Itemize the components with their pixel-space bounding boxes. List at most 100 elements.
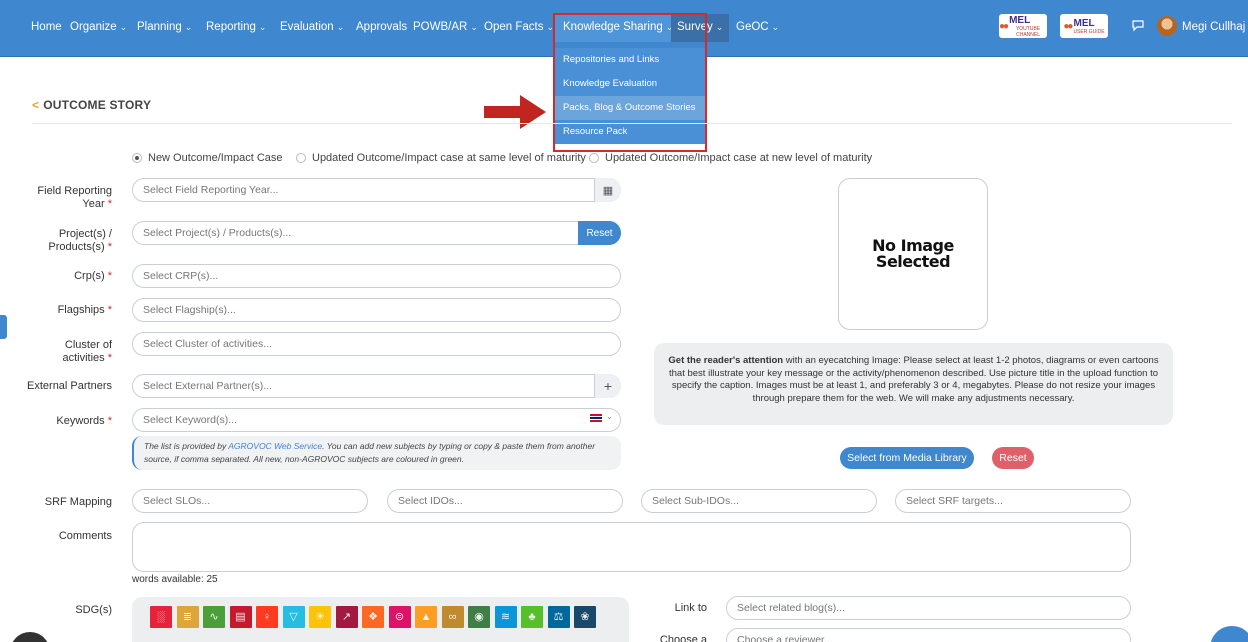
sdg-goal-5-icon[interactable]: ♀: [256, 606, 278, 628]
projects-reset-button[interactable]: Reset: [578, 221, 621, 245]
label-text: Year: [82, 198, 105, 210]
sdg-glyph: ◉: [474, 611, 484, 623]
mel-logo-icon: ●●: [999, 20, 1009, 32]
radio-label: Updated Outcome/Impact case at same leve…: [312, 152, 586, 164]
sidebar-toggle[interactable]: [0, 315, 7, 339]
slo-input[interactable]: Select SLOs...: [132, 489, 368, 513]
flagships-input[interactable]: Select Flagship(s)...: [132, 298, 621, 322]
label-text: SDG(s): [75, 604, 112, 616]
image-reset-button[interactable]: Reset: [992, 447, 1034, 469]
chevron-down-icon: ⌄: [771, 22, 780, 32]
sdg-goal-7-icon[interactable]: ☀: [309, 606, 331, 628]
nav-evaluation-label: Evaluation: [280, 21, 334, 33]
nav-open-facts[interactable]: Open Facts ⌄: [484, 21, 554, 33]
menu-item-repositories[interactable]: Repositories and Links: [555, 48, 705, 72]
sdg-glyph: ☀: [315, 611, 325, 623]
label-text: External Partners: [27, 380, 112, 392]
link-to-label: Link to: [675, 602, 707, 615]
nav-geoc[interactable]: GeOC ⌄: [736, 21, 779, 33]
chat-widget-button[interactable]: [1210, 626, 1248, 642]
crp-input[interactable]: Select CRP(s)...: [132, 264, 621, 288]
link-to-input[interactable]: Select related blog(s)...: [726, 596, 1131, 620]
sdg-glyph: ⚖: [553, 611, 564, 623]
info-text: The list is provided by: [144, 441, 227, 451]
sdg-glyph: ❖: [368, 611, 378, 623]
nav-reporting-label: Reporting: [206, 21, 256, 33]
field-year-label: Field Reporting Year *: [37, 185, 112, 210]
avatar[interactable]: [1157, 16, 1177, 36]
sdg-glyph: ∿: [209, 611, 219, 623]
srf-targets-input[interactable]: Select SRF targets...: [895, 489, 1131, 513]
chevron-down-icon: ⌄: [258, 22, 267, 32]
label-text: Products(s): [48, 241, 105, 253]
nav-powb[interactable]: POWB/AR ⌄: [413, 21, 478, 33]
sdg-goal-14-icon[interactable]: ≋: [494, 606, 517, 628]
sdg-goal-8-icon[interactable]: ↗: [335, 606, 358, 628]
knowledge-sharing-dropdown: Repositories and Links Knowledge Evaluat…: [555, 48, 705, 144]
nav-organize-label: Organize: [70, 21, 117, 33]
sdg-glyph: ≋: [500, 611, 511, 623]
select-media-button[interactable]: Select from Media Library: [840, 447, 974, 469]
sdg-goal-12-icon[interactable]: ∞: [441, 606, 464, 628]
sdg-goal-2-icon[interactable]: ≣: [176, 606, 199, 628]
projects-label: Project(s) / Products(s) *: [48, 228, 112, 253]
keywords-input[interactable]: Select Keyword(s)...: [132, 408, 621, 432]
mel-logo-text: MEL: [1009, 15, 1031, 26]
projects-input[interactable]: Select Project(s) / Products(s)...: [132, 221, 621, 245]
sdg-goal-6-icon[interactable]: ▽: [282, 606, 305, 628]
cluster-input[interactable]: Select Cluster of activities...: [132, 332, 621, 356]
radio-new-case[interactable]: New Outcome/Impact Case: [132, 152, 283, 164]
menu-item-packs-blog-outcome[interactable]: Packs, Blog & Outcome Stories: [555, 96, 705, 120]
nav-reporting[interactable]: Reporting ⌄: [206, 21, 266, 33]
image-instructions: Get the reader's attention with an eyeca…: [654, 343, 1173, 425]
user-menu[interactable]: Megi Cullhaj⌄: [1182, 21, 1248, 33]
ido-input[interactable]: Select IDOs...: [387, 489, 623, 513]
divider: [32, 123, 1232, 124]
sdg-glyph: ♣: [528, 611, 536, 623]
comments-label: Comments: [59, 530, 112, 543]
radio-updated-new[interactable]: Updated Outcome/Impact case at new level…: [589, 152, 872, 164]
sdg-goal-10-icon[interactable]: ⊜: [388, 606, 411, 628]
nav-powb-label: POWB/AR: [413, 21, 468, 33]
reviewer-input[interactable]: Choose a reviewer...: [726, 628, 1131, 642]
chevron-down-icon: ⌄: [470, 22, 478, 32]
chevron-down-icon: ⌄: [119, 22, 128, 32]
field-year-input[interactable]: Select Field Reporting Year...: [132, 178, 621, 202]
sdg-glyph: ▽: [289, 611, 298, 623]
nav-evaluation[interactable]: Evaluation ⌄: [280, 21, 344, 33]
sdg-goal-4-icon[interactable]: ▤: [229, 606, 252, 628]
sdg-glyph: ∞: [448, 611, 457, 623]
sdg-goal-15-icon[interactable]: ♣: [521, 606, 543, 628]
menu-item-knowledge-evaluation[interactable]: Knowledge Evaluation: [555, 72, 705, 96]
chevron-down-icon[interactable]: ⌄: [606, 412, 613, 421]
agrovoc-link[interactable]: AGROVOC Web Service: [228, 441, 322, 451]
sdg-goal-3-icon[interactable]: ∿: [203, 606, 225, 628]
mel-user-guide-link[interactable]: ●● MEL USER GUIDE: [1060, 14, 1108, 38]
sdg-goal-9-icon[interactable]: ❖: [362, 606, 384, 628]
mel-youtube-channel-link[interactable]: ●● MEL YOUTUBE CHANNEL: [999, 14, 1047, 38]
sdg-goal-17-icon[interactable]: ❀: [574, 606, 596, 628]
nav-organize[interactable]: Organize ⌄: [70, 21, 127, 33]
flagships-label: Flagships *: [57, 304, 112, 316]
add-partner-button[interactable]: +: [594, 374, 621, 398]
partners-label: External Partners: [27, 380, 112, 393]
subido-input[interactable]: Select Sub-IDOs...: [641, 489, 877, 513]
sdg-goal-1-icon[interactable]: ░: [150, 606, 172, 628]
nav-home[interactable]: Home: [31, 21, 62, 33]
label-text: Comments: [58, 530, 112, 542]
partners-input[interactable]: Select External Partner(s)...: [132, 374, 621, 398]
sdg-goal-16-icon[interactable]: ⚖: [547, 606, 570, 628]
floating-button[interactable]: [10, 632, 50, 642]
nav-planning[interactable]: Planning ⌄: [137, 21, 192, 33]
sdg-goal-11-icon[interactable]: ▲: [415, 606, 437, 628]
uk-flag-icon[interactable]: [590, 414, 602, 422]
comments-textarea[interactable]: [132, 522, 1131, 572]
chat-icon[interactable]: [1131, 18, 1145, 32]
sdg-goal-13-icon[interactable]: ◉: [468, 606, 490, 628]
radio-updated-same[interactable]: Updated Outcome/Impact case at same leve…: [296, 152, 586, 164]
chevron-down-icon: ⌄: [336, 22, 345, 32]
words-counter: words available: 25: [132, 574, 218, 585]
label-text: Field Reporting: [37, 185, 112, 197]
calendar-icon[interactable]: ▦: [594, 178, 621, 202]
nav-approvals[interactable]: Approvals: [356, 21, 407, 33]
